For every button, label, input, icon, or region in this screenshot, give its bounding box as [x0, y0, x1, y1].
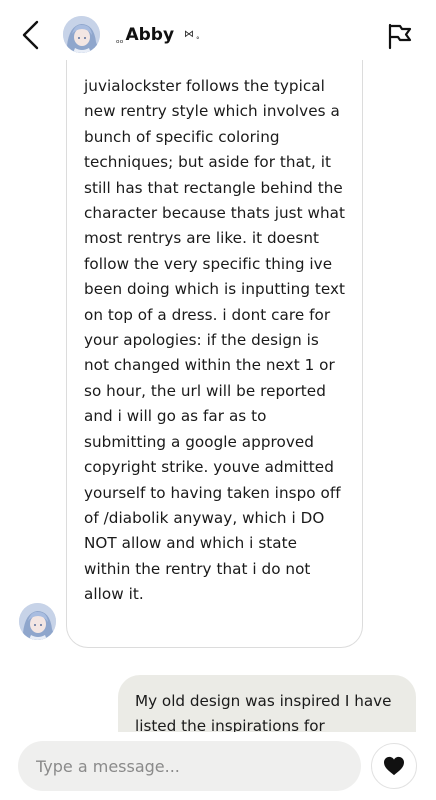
name-prefix-decoration: ₒₒ — [116, 36, 124, 46]
chat-screen: ₒₒ Abby ⋈ ° juvialockster follows the ty… — [0, 0, 436, 800]
contact-name: Abby — [125, 25, 175, 45]
back-button[interactable] — [14, 18, 48, 52]
bow-decoration: ⋈ — [184, 29, 195, 40]
flag-icon — [388, 23, 412, 50]
avatar-image — [63, 16, 100, 53]
chevron-left-icon — [22, 20, 39, 50]
heart-icon — [384, 756, 404, 776]
like-button[interactable] — [371, 743, 417, 789]
outgoing-message-bubble[interactable]: My old design was inspired I have listed… — [118, 675, 416, 732]
contact-avatar[interactable] — [63, 16, 100, 53]
outgoing-message-text: My old design was inspired I have listed… — [135, 692, 392, 732]
message-list[interactable]: juvialockster follows the typical new re… — [0, 60, 436, 732]
message-input[interactable] — [18, 741, 361, 791]
avatar-image — [19, 603, 56, 640]
message-composer — [0, 732, 436, 800]
report-button[interactable] — [384, 20, 416, 52]
sender-avatar[interactable] — [19, 603, 56, 640]
contact-name-group[interactable]: ₒₒ Abby ⋈ ° — [116, 20, 200, 50]
incoming-message-bubble[interactable]: juvialockster follows the typical new re… — [66, 60, 363, 648]
incoming-message-text: juvialockster follows the typical new re… — [84, 77, 346, 604]
ring-decoration: ° — [196, 36, 200, 44]
